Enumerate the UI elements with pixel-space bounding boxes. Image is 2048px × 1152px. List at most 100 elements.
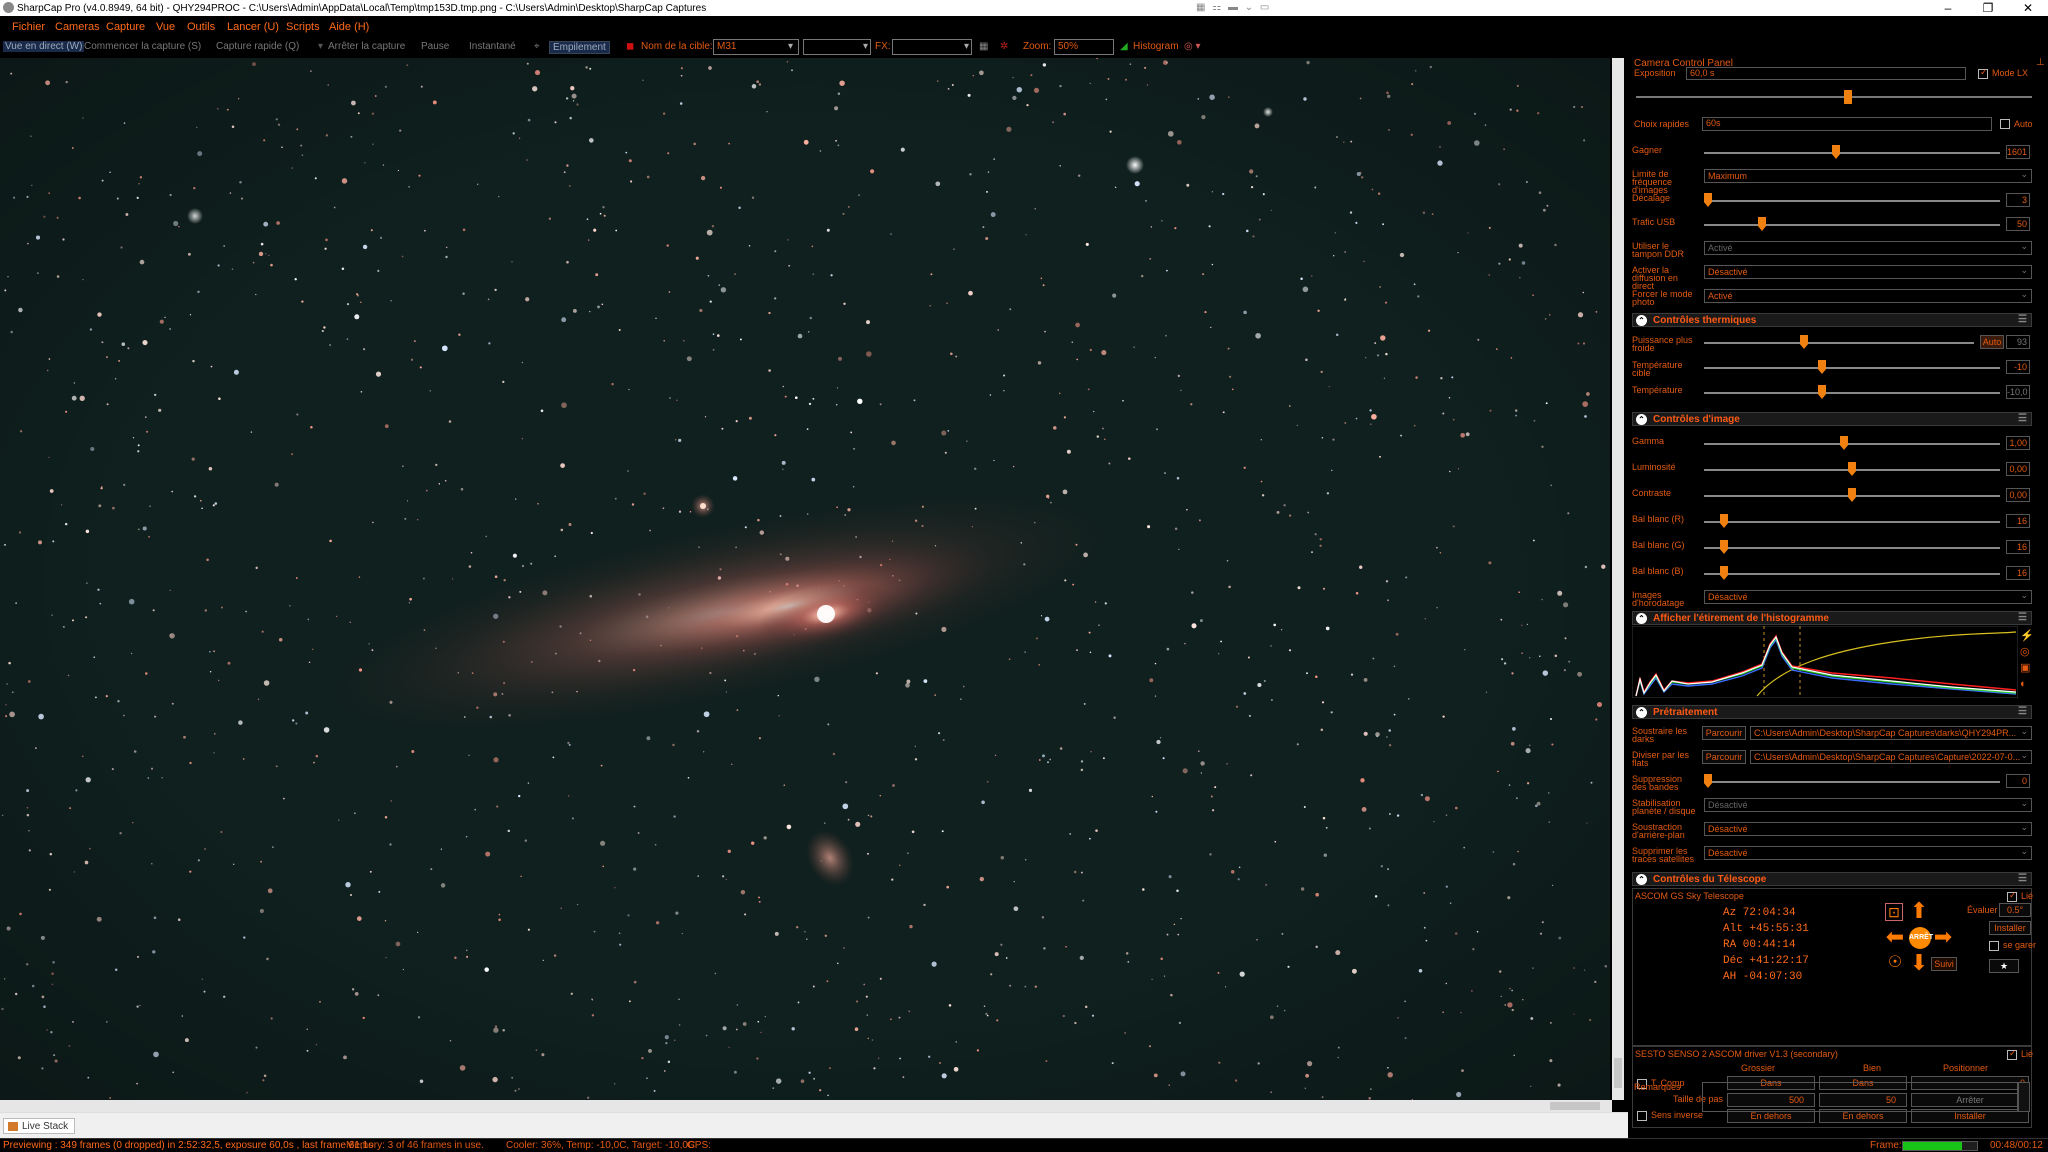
usb-knob[interactable] — [1758, 217, 1766, 231]
eval-select[interactable]: 0.5° — [1999, 903, 2031, 917]
maximize-button[interactable]: ❐ — [1968, 0, 2008, 16]
target-dropdown-icon[interactable]: ▾ — [788, 41, 793, 52]
wb-green-knob[interactable] — [1720, 540, 1728, 554]
image-section-header[interactable]: ⌃ Contrôles d'image ☰ — [1632, 412, 2032, 426]
telescope-section-header[interactable]: ⌃ Contrôles du Télescope ☰ — [1632, 872, 2032, 886]
thermal-section-header[interactable]: ⌃ Contrôles thermiques ☰ — [1632, 313, 2032, 327]
fx-dropdown[interactable]: ▾ — [892, 39, 972, 55]
tab-live-stack[interactable]: Live Stack — [3, 1118, 76, 1134]
menu-cameras[interactable]: Cameras — [55, 21, 100, 33]
section-menu-icon[interactable]: ☰ — [2018, 873, 2027, 884]
mount-install-button[interactable]: Installer — [1989, 921, 2031, 935]
reticle-icon[interactable]: ✲ — [1000, 41, 1008, 52]
flats-browse-button[interactable]: Parcourir — [1702, 750, 1746, 764]
menu-view[interactable]: Vue — [156, 21, 175, 33]
cooler-slider[interactable] — [1704, 342, 1974, 344]
start-capture-button[interactable]: Commencer la capture (S) — [84, 41, 201, 52]
stream-select[interactable]: Désactivé — [1704, 264, 2032, 279]
star-sync-button[interactable]: ★ — [1989, 959, 2019, 973]
scroll-thumb[interactable] — [1550, 1102, 1600, 1110]
move-west-arrow-icon[interactable]: ⬅ — [1883, 925, 1907, 949]
gain-value[interactable]: 1601 — [2006, 145, 2030, 159]
flats-path-select[interactable]: C:\Users\Admin\Desktop\SharpCap Captures… — [1750, 749, 2032, 764]
stabilization-select[interactable]: Désactivé — [1704, 797, 2032, 812]
pin-icon[interactable]: ⊥ — [2036, 57, 2045, 68]
move-south-arrow-icon[interactable]: ⬇ — [1907, 951, 1931, 975]
vertical-scrollbar[interactable] — [1612, 58, 1624, 1100]
section-menu-icon[interactable]: ☰ — [2018, 706, 2027, 717]
menu-capture[interactable]: Capture — [106, 21, 145, 33]
move-east-arrow-icon[interactable]: ➡ — [1931, 925, 1955, 949]
zoom-select[interactable]: 50% — [1054, 39, 1114, 55]
quick-capture-button[interactable]: Capture rapide (Q) — [216, 41, 299, 52]
gain-knob[interactable] — [1832, 145, 1840, 159]
image-viewer[interactable] — [0, 58, 1610, 1100]
cooler-knob[interactable] — [1800, 335, 1808, 349]
wb-blue-slider[interactable] — [1704, 573, 2000, 575]
section-menu-icon[interactable]: ☰ — [2018, 413, 2027, 424]
menu-scripts[interactable]: Scripts — [286, 21, 320, 33]
gamma-value[interactable]: 1,00 — [2006, 436, 2030, 450]
offset-knob[interactable] — [1704, 193, 1712, 207]
brightness-value[interactable]: 0,00 — [2006, 462, 2030, 476]
dropdown-arrow-icon[interactable]: ▾ — [318, 41, 323, 52]
goto-target-icon[interactable]: ⊡ — [1885, 903, 1903, 921]
follow-button[interactable]: Suivi — [1931, 957, 1957, 971]
offset-value[interactable]: 3 — [2006, 193, 2030, 207]
focuser-linked-checkbox[interactable] — [2007, 1048, 2017, 1060]
window-layout-icons[interactable]: ▦ ⚏ ▬ ⌄ ▭ — [1196, 2, 1271, 13]
stop-mount-button[interactable]: ARRÊT — [1909, 927, 1933, 949]
darks-browse-button[interactable]: Parcourir — [1702, 726, 1746, 740]
ddr-select[interactable]: Activé — [1704, 240, 2032, 255]
park-checkbox[interactable] — [1989, 941, 1999, 951]
exposure-input[interactable]: 60,0 s — [1686, 67, 1966, 80]
reverse-checkbox[interactable] — [1637, 1111, 1647, 1121]
banding-value[interactable]: 0 — [2006, 774, 2030, 788]
wb-blue-knob[interactable] — [1720, 566, 1728, 580]
wb-red-value[interactable]: 16 — [2006, 514, 2030, 528]
target-temp-slider[interactable] — [1704, 367, 2000, 369]
banding-slider[interactable] — [1704, 781, 2000, 783]
photo-select[interactable]: Activé — [1704, 288, 2032, 303]
frame-rate-select[interactable]: Maximum — [1704, 168, 2032, 183]
timestamp-select[interactable]: Désactivé — [1704, 589, 2032, 604]
exposure-knob[interactable] — [1844, 90, 1852, 104]
exposure-track[interactable] — [1636, 96, 2032, 98]
banding-knob[interactable] — [1704, 774, 1712, 788]
preprocessing-section-header[interactable]: ⌃ Prétraitement ☰ — [1632, 705, 2032, 719]
histogram-options-icon[interactable]: ◎ ▾ — [1184, 41, 1201, 52]
cooler-auto-button[interactable]: Auto — [1980, 335, 2004, 349]
histogram-tools-icons[interactable]: ⚡ ◎ ▣ ◐ — [2020, 628, 2034, 692]
minimize-button[interactable]: – — [1928, 0, 1968, 16]
close-button[interactable]: ✕ — [2008, 0, 2048, 16]
menu-file[interactable]: Fichier — [12, 21, 45, 33]
wb-red-knob[interactable] — [1720, 514, 1728, 528]
wb-green-slider[interactable] — [1704, 547, 2000, 549]
collapse-icon[interactable]: ⌃ — [1636, 874, 1647, 885]
move-north-arrow-icon[interactable]: ⬆ — [1907, 899, 1931, 923]
menu-run[interactable]: Lancer (U) — [227, 21, 279, 33]
grid-icon[interactable]: ▦ — [979, 41, 988, 52]
telescope-linked-checkbox[interactable] — [2007, 890, 2017, 902]
brightness-knob[interactable] — [1848, 462, 1856, 476]
scroll-thumb[interactable] — [1614, 1058, 1622, 1088]
background-select[interactable]: Désactivé — [1704, 821, 2032, 836]
remarks-textarea[interactable] — [1702, 1082, 2018, 1112]
wb-red-slider[interactable] — [1704, 521, 2000, 523]
offset-slider[interactable] — [1704, 200, 2000, 202]
remarks-scrollbar[interactable] — [2018, 1082, 2030, 1112]
target-name-input[interactable]: M31 — [713, 39, 799, 55]
usb-slider[interactable] — [1704, 224, 2000, 226]
usb-value[interactable]: 50 — [2006, 217, 2030, 231]
darks-path-select[interactable]: C:\Users\Admin\Desktop\SharpCap Captures… — [1750, 725, 2032, 740]
collapse-icon[interactable]: ⌃ — [1636, 707, 1647, 718]
histogram-section-header[interactable]: ⌃ Afficher l'étirement de l'histogramme … — [1632, 611, 2032, 625]
collapse-icon[interactable]: ⌃ — [1636, 414, 1647, 425]
crosshair-icon[interactable]: ⌖ — [534, 41, 540, 52]
target-extra-dropdown[interactable]: ▾ — [803, 39, 871, 55]
collapse-icon[interactable]: ⌃ — [1636, 315, 1647, 326]
collapse-icon[interactable]: ⌃ — [1636, 613, 1647, 624]
auto-exposure-checkbox[interactable] — [2000, 119, 2010, 129]
gain-slider[interactable] — [1704, 152, 2000, 154]
target-temp-knob[interactable] — [1818, 360, 1826, 374]
